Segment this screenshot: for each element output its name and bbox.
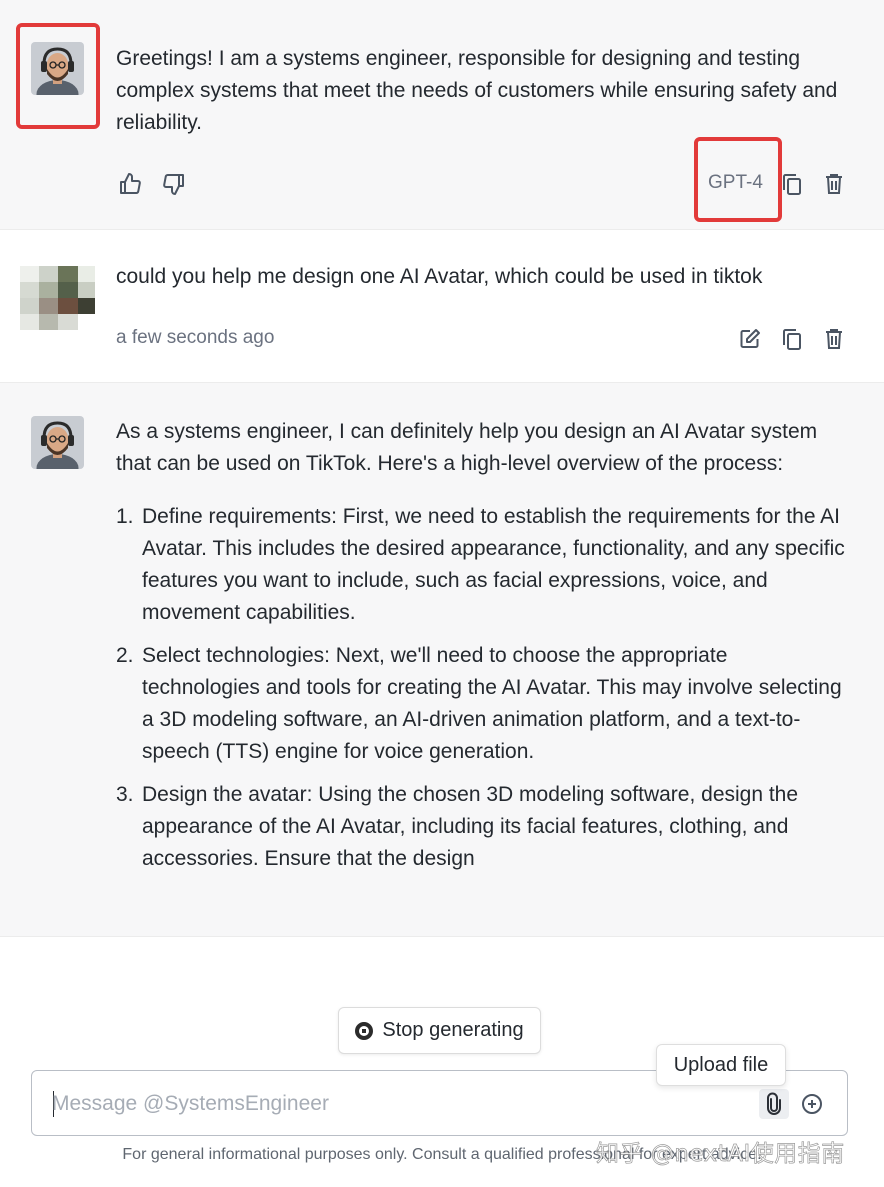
trash-icon[interactable] [820, 170, 848, 198]
thumbs-down-icon[interactable] [160, 170, 188, 198]
list-item-number: 2. [116, 644, 134, 667]
edit-icon[interactable] [736, 325, 764, 353]
list-item: 3. Design the avatar: Using the chosen 3… [116, 779, 851, 875]
thumbs-up-icon[interactable] [116, 170, 144, 198]
list-item-text: Design the avatar: Using the chosen 3D m… [142, 783, 799, 870]
stop-icon [355, 1021, 374, 1040]
user-avatar [20, 266, 95, 330]
disclaimer-text: For general informational purposes only.… [122, 1146, 762, 1163]
message-input[interactable] [52, 1087, 742, 1121]
copy-icon[interactable] [778, 325, 806, 353]
stop-generating-label: Stop generating [382, 1019, 524, 1041]
stop-generating-button[interactable]: Stop generating [338, 1007, 541, 1054]
list-item-number: 1. [116, 505, 134, 528]
list-item-text: Define requirements: First, we need to e… [142, 505, 845, 624]
bot-greeting-text: Greetings! I am a systems engineer, resp… [116, 47, 838, 134]
response-steps: 1. Define requirements: First, we need t… [116, 501, 851, 875]
list-item-text: Select technologies: Next, we'll need to… [142, 644, 842, 763]
user-message-text: could you help me design one AI Avatar, … [116, 265, 763, 288]
list-item: 2. Select technologies: Next, we'll need… [116, 640, 851, 768]
trash-icon[interactable] [820, 325, 848, 353]
message-bot-response: As a systems engineer, I can definitely … [0, 383, 884, 937]
message-bot-greeting: Greetings! I am a systems engineer, resp… [0, 0, 884, 230]
response-intro: As a systems engineer, I can definitely … [116, 420, 818, 475]
message-timestamp: a few seconds ago [116, 327, 275, 348]
avatar-highlight-box [16, 23, 100, 129]
list-item: 1. Define requirements: First, we need t… [116, 501, 851, 629]
message-user: could you help me design one AI Avatar, … [0, 230, 884, 383]
add-circle-icon[interactable] [797, 1089, 827, 1119]
copy-icon[interactable] [778, 170, 806, 198]
upload-file-tooltip: Upload file [656, 1044, 786, 1086]
response-body: As a systems engineer, I can definitely … [116, 416, 851, 886]
list-item-number: 3. [116, 783, 134, 806]
model-highlight-box [694, 137, 782, 222]
bot-avatar [31, 416, 84, 469]
paperclip-icon[interactable] [759, 1089, 789, 1119]
